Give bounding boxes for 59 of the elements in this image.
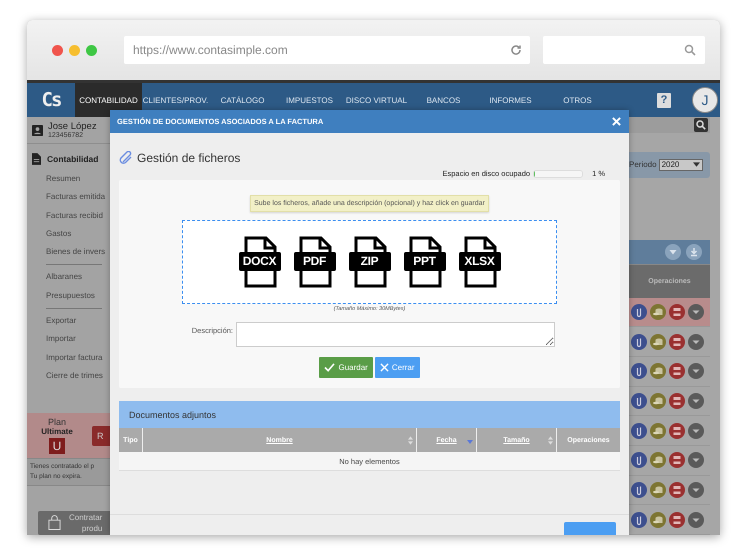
sidebar-link[interactable]: Cierre de trimes	[46, 366, 102, 386]
plan-button[interactable]: R	[92, 426, 110, 446]
download-icon[interactable]	[686, 244, 702, 260]
caret-icon	[692, 162, 700, 168]
user-name: Jose López	[48, 121, 97, 132]
filter-icon[interactable]	[665, 244, 681, 260]
close-icon	[380, 363, 389, 372]
search-icon	[684, 44, 696, 56]
sidebar-link[interactable]: Presupuestos	[46, 286, 102, 306]
sidebar-link[interactable]: Importar	[46, 330, 102, 349]
sidebar-link[interactable]: Resumen	[46, 170, 102, 188]
logo[interactable]: Cs	[27, 83, 75, 117]
sort-icon	[548, 436, 553, 445]
sort-descending-icon	[467, 440, 473, 444]
minimize-window-dot[interactable]	[69, 44, 80, 56]
user-avatar[interactable]: J	[692, 87, 718, 113]
dropdown-icon[interactable]	[688, 363, 704, 380]
attachments-title: Documentos adjuntos	[129, 410, 216, 420]
drop-zone[interactable]: DOCX PDF ZIP PPT XLSX	[182, 220, 557, 304]
sidebar-link[interactable]: Gastos	[46, 224, 102, 244]
description-field[interactable]	[236, 322, 555, 347]
address-bar[interactable]: https://www.contasimple.com	[124, 36, 530, 64]
document-icon	[32, 153, 41, 165]
close-window-dot[interactable]	[52, 44, 63, 56]
close-button[interactable]: Cerrar	[374, 357, 420, 378]
shopping-bag-icon	[48, 515, 61, 532]
dropdown-icon[interactable]	[688, 452, 704, 468]
check-icon	[324, 363, 336, 372]
user-card-icon	[32, 124, 43, 136]
plan-label: Plan	[48, 417, 66, 428]
period-select[interactable]: 2020	[658, 158, 703, 171]
maximize-window-dot[interactable]	[86, 44, 97, 56]
close-icon[interactable]	[612, 117, 621, 126]
nav-tab[interactable]: CONTABILIDAD	[75, 83, 142, 117]
table-row[interactable]	[629, 298, 710, 328]
sidebar-link[interactable]: Importar factura	[46, 348, 102, 367]
dropdown-icon[interactable]	[688, 393, 704, 410]
dropdown-icon[interactable]	[688, 304, 704, 320]
url-text: https://www.contasimple.com	[133, 43, 288, 57]
period-label: Periodo	[629, 160, 657, 170]
dropdown-icon[interactable]	[688, 422, 704, 439]
dropdown-icon[interactable]	[688, 334, 704, 350]
search-icon[interactable]	[694, 118, 708, 132]
sort-icon	[408, 436, 413, 445]
search-field[interactable]	[543, 36, 705, 64]
sidebar-link[interactable]: Exportar	[46, 312, 102, 330]
plan-name: Ultimate	[41, 427, 73, 436]
reload-icon[interactable]	[510, 44, 522, 56]
plan-badge: U	[49, 438, 65, 454]
section-heading: Gestión de ficheros	[137, 151, 240, 165]
buy-product-button[interactable]: Contratar produ	[38, 511, 110, 535]
section-title: Contabilidad	[47, 154, 98, 164]
sidebar-link[interactable]: Albaranes	[46, 268, 102, 287]
sidebar-link[interactable]: Facturas recibid	[46, 206, 102, 225]
disk-usage-bar	[533, 170, 584, 178]
save-button[interactable]: Guardar	[319, 357, 373, 378]
dropdown-icon[interactable]	[688, 512, 704, 528]
dropdown-icon[interactable]	[688, 482, 704, 498]
help-button[interactable]: ?	[657, 92, 671, 108]
